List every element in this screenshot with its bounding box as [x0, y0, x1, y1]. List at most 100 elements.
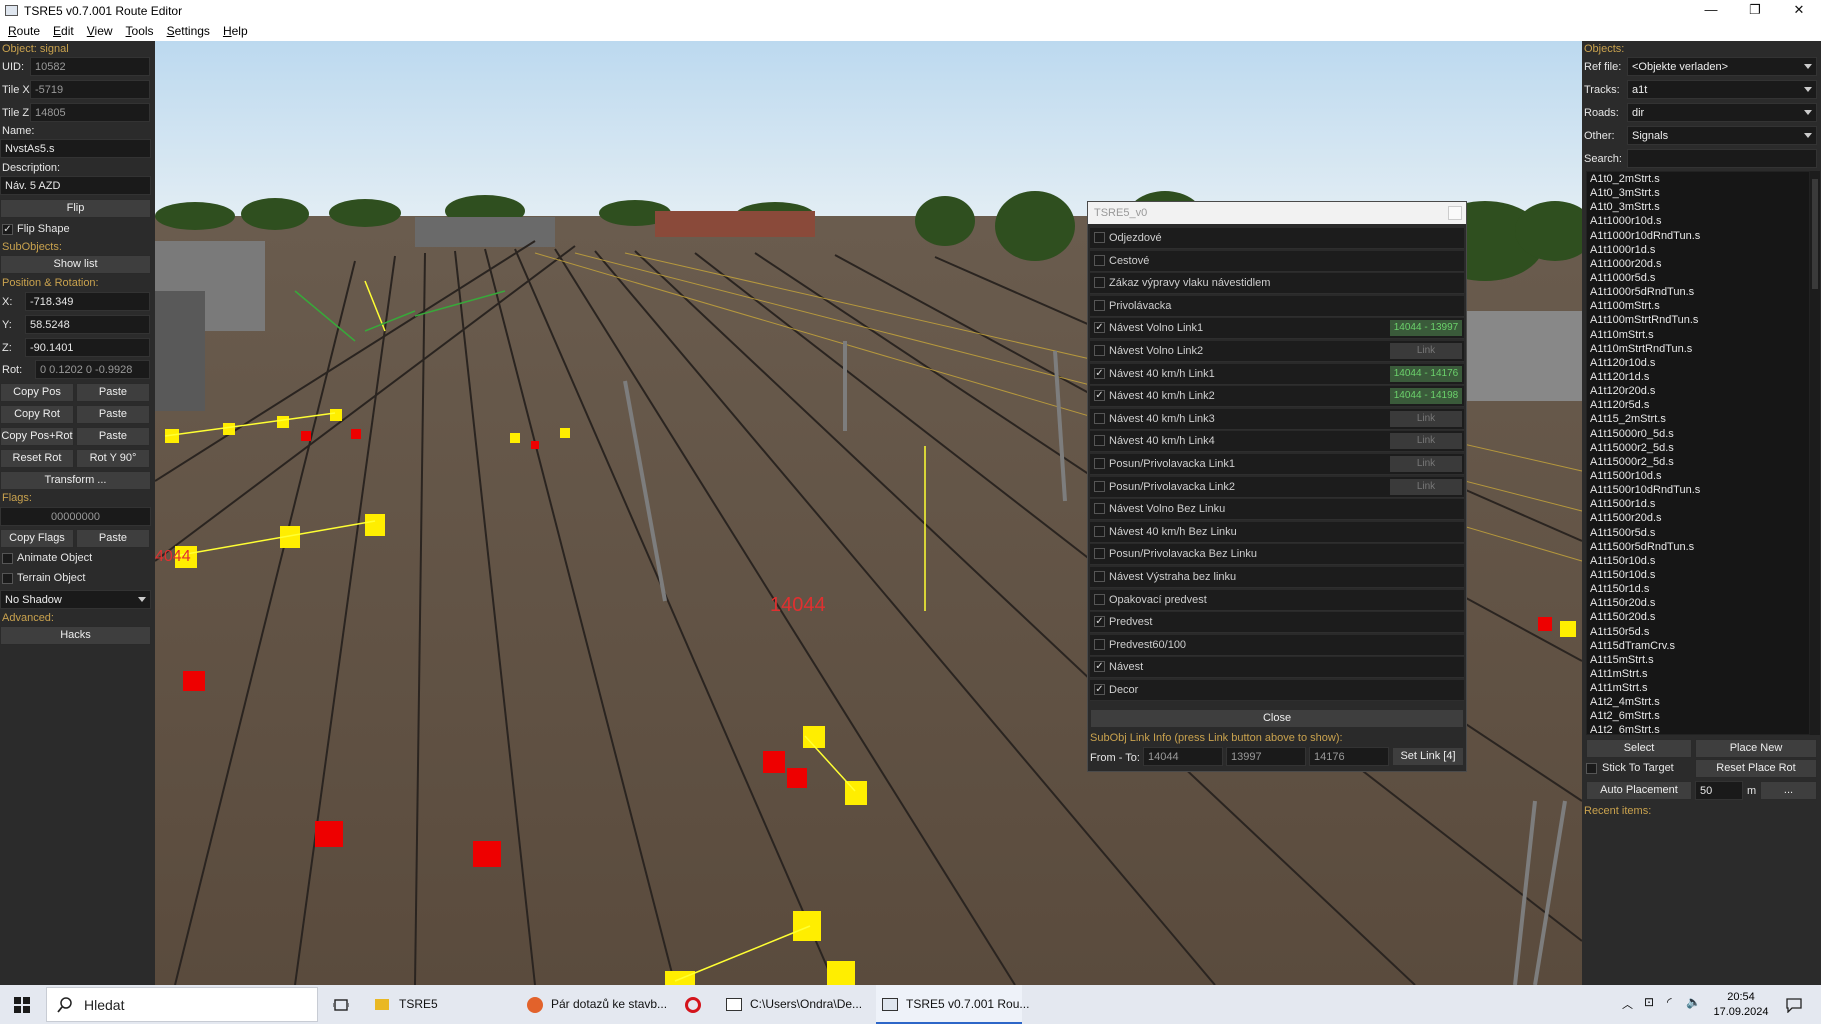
dialog-close-icon[interactable] [1448, 206, 1462, 220]
subobject-checkbox[interactable] [1094, 525, 1105, 537]
object-list-item[interactable]: A1t1000r10dRndTun.s [1587, 229, 1809, 243]
link-button[interactable]: Link [1390, 343, 1462, 359]
flags-field[interactable]: 00000000 [0, 507, 151, 526]
taskbar-app-firefox[interactable]: Pár dotazů ke stavb... [527, 985, 687, 1024]
tilex-field[interactable]: -5719 [30, 80, 150, 99]
subobject-checkbox[interactable] [1094, 299, 1105, 311]
object-list-scrollbar[interactable] [1810, 171, 1820, 735]
link-button[interactable]: Link [1390, 433, 1462, 450]
link-field-3[interactable]: 14176 [1309, 747, 1389, 766]
object-list-item[interactable]: A1t1000r10d.s [1587, 214, 1809, 228]
wifi-icon[interactable]: ◜ [1667, 995, 1672, 1009]
hacks-button[interactable]: Hacks [0, 626, 151, 645]
subobject-checkbox[interactable]: ✓ [1094, 661, 1105, 673]
maximize-button[interactable]: ❐ [1733, 0, 1777, 21]
object-list-item[interactable]: A1t100mStrtRndTun.s [1587, 313, 1809, 327]
link-button[interactable]: Link [1390, 456, 1462, 472]
tracks-select[interactable]: a1t [1627, 80, 1817, 99]
rot-field[interactable]: 0 0.1202 0 -0.9928 [35, 360, 150, 379]
from-field[interactable]: 14044 [1143, 747, 1223, 766]
object-list-item[interactable]: A1t1000r20d.s [1587, 257, 1809, 271]
auto-placement-button[interactable]: Auto Placement [1586, 781, 1692, 800]
x-field[interactable]: -718.349 [25, 292, 150, 311]
object-list-item[interactable]: A1t120r5d.s [1587, 398, 1809, 412]
object-list-item[interactable]: A1t1500r5d.s [1587, 526, 1809, 540]
link-button[interactable]: Link [1390, 478, 1462, 495]
y-field[interactable]: 58.5248 [25, 315, 150, 334]
stick-to-target-checkbox[interactable] [1586, 763, 1597, 774]
subobject-checkbox[interactable] [1094, 232, 1105, 243]
paste-flags-button[interactable]: Paste [76, 529, 150, 548]
subobject-checkbox[interactable] [1094, 571, 1105, 582]
object-list-item[interactable]: A1t1500r10dRndTun.s [1587, 483, 1809, 497]
object-list-item[interactable]: A1t0_3mStrt.s [1587, 200, 1809, 214]
object-list-item[interactable]: A1t150r10d.s [1587, 554, 1809, 568]
uid-field[interactable]: 10582 [30, 57, 150, 76]
subobject-checkbox[interactable] [1094, 480, 1105, 492]
object-list-item[interactable]: A1t1000r5dRndTun.s [1587, 285, 1809, 299]
taskbar-app-tsre5[interactable]: TSRE5 v0.7.001 Rou... [876, 985, 1029, 1024]
object-list-item[interactable]: A1t10mStrtRndTun.s [1587, 342, 1809, 356]
clock[interactable]: 20:54 17.09.2024 [1710, 990, 1772, 1020]
place-new-button[interactable]: Place New [1695, 739, 1817, 758]
description-field[interactable]: Náv. 5 AZD [0, 176, 151, 195]
object-list-item[interactable]: A1t0_3mStrt.s [1587, 186, 1809, 200]
more-button[interactable]: ... [1760, 781, 1817, 800]
menu-edit[interactable]: Edit [45, 24, 79, 38]
tray-chevron-icon[interactable]: ︿ [1622, 996, 1633, 1012]
object-list-item[interactable]: A1t0_2mStrt.s [1587, 172, 1809, 186]
subobject-checkbox[interactable] [1094, 254, 1105, 266]
terrain-object-checkbox[interactable] [2, 573, 13, 584]
roads-select[interactable]: dir [1627, 103, 1817, 122]
flip-button[interactable]: Flip [0, 199, 151, 218]
subobject-checkbox[interactable] [1094, 345, 1105, 356]
task-view-icon[interactable] [333, 997, 349, 1013]
minimize-button[interactable]: — [1689, 0, 1733, 21]
copy-flags-button[interactable]: Copy Flags [0, 529, 74, 548]
reset-place-rot-button[interactable]: Reset Place Rot [1695, 759, 1817, 778]
paste-pos-button[interactable]: Paste [76, 383, 150, 402]
notification-icon[interactable] [1786, 997, 1802, 1013]
link-button[interactable]: 14044 - 14176 [1390, 365, 1462, 382]
tilez-field[interactable]: 14805 [30, 103, 150, 122]
z-field[interactable]: -90.1401 [25, 338, 150, 357]
object-list-item[interactable]: A1t1500r10d.s [1587, 469, 1809, 483]
subobject-checkbox[interactable] [1094, 458, 1105, 469]
object-list-item[interactable]: A1t150r10d.s [1587, 568, 1809, 582]
volume-icon[interactable]: 🔈 [1686, 995, 1701, 1009]
subobject-checkbox[interactable]: ✓ [1094, 390, 1105, 402]
ref-file-select[interactable]: <Objekte verladen> [1627, 57, 1817, 76]
taskbar-app-explorer[interactable]: C:\Users\Ondra\De... [726, 985, 866, 1024]
object-list-item[interactable]: A1t1000r1d.s [1587, 243, 1809, 257]
object-list-item[interactable]: A1t1mStrt.s [1587, 667, 1809, 681]
taskbar-app-opera[interactable] [685, 985, 707, 1024]
object-list-item[interactable]: A1t15000r2_5d.s [1587, 441, 1809, 455]
flip-shape-checkbox[interactable]: ✓ [2, 224, 13, 235]
object-list-item[interactable]: A1t2_6mStrt.s [1587, 723, 1809, 734]
paste-pos-rot-button[interactable]: Paste [76, 427, 150, 446]
menu-tools[interactable]: Tools [118, 24, 159, 38]
subobject-checkbox[interactable] [1094, 412, 1105, 424]
close-window-button[interactable]: ✕ [1777, 0, 1821, 21]
object-list-item[interactable]: A1t15000r2_5d.s [1587, 455, 1809, 469]
object-list-item[interactable]: A1t1500r5dRndTun.s [1587, 540, 1809, 554]
subobject-checkbox[interactable] [1094, 503, 1105, 515]
set-link-button[interactable]: Set Link [4] [1392, 747, 1464, 766]
subobject-checkbox[interactable] [1094, 435, 1105, 447]
object-list-item[interactable]: A1t150r1d.s [1587, 582, 1809, 596]
subobject-checkbox[interactable]: ✓ [1094, 367, 1105, 379]
shadow-select[interactable]: No Shadow [0, 590, 151, 609]
object-list-item[interactable]: A1t120r1d.s [1587, 370, 1809, 384]
object-list-item[interactable]: A1t1500r1d.s [1587, 497, 1809, 511]
animate-object-checkbox[interactable] [2, 553, 13, 564]
object-list[interactable]: A1t0_2mStrt.s A1t0_3mStrt.s A1t0_3mStrt.s A… [1586, 171, 1810, 735]
name-field[interactable]: NvstAs5.s [0, 139, 151, 158]
taskbar-app-folder[interactable]: TSRE5 [375, 985, 495, 1024]
transform-button[interactable]: Transform ... [0, 471, 151, 490]
object-list-item[interactable]: A1t15mStrt.s [1587, 653, 1809, 667]
object-list-item[interactable]: A1t150r20d.s [1587, 610, 1809, 624]
subobject-checkbox[interactable] [1094, 638, 1105, 650]
object-list-item[interactable]: A1t2_6mStrt.s [1587, 709, 1809, 723]
copy-pos-rot-button[interactable]: Copy Pos+Rot [0, 427, 74, 446]
object-list-item[interactable]: A1t120r20d.s [1587, 384, 1809, 398]
